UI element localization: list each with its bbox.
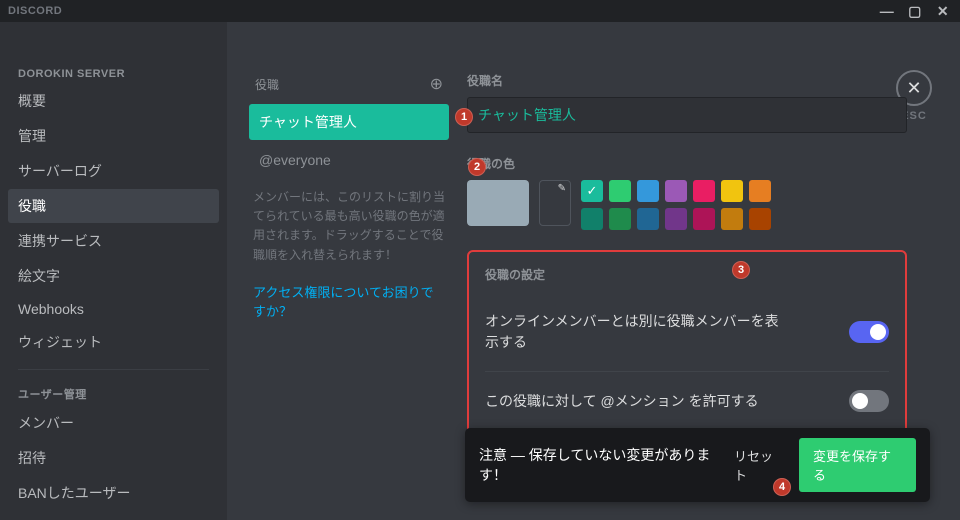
role-color-preview[interactable] xyxy=(467,180,529,226)
add-role-icon[interactable]: ⊕ xyxy=(430,74,443,94)
sidebar-item-emoji[interactable]: 絵文字 xyxy=(8,259,219,293)
content: ✕ ESC 役職 ⊕ チャット管理人 @everyone メンバーには、このリス… xyxy=(227,22,960,520)
sidebar-user-header: ユーザー管理 xyxy=(8,380,219,406)
sidebar-item-bans[interactable]: BANしたユーザー xyxy=(8,476,219,510)
sidebar-item-webhooks[interactable]: Webhooks xyxy=(8,294,219,324)
unsaved-actions: リセット 変更を保存する xyxy=(734,438,916,492)
sidebar-item-moderation[interactable]: 管理 xyxy=(8,119,219,153)
sidebar-item-members[interactable]: メンバー xyxy=(8,406,219,440)
close-window-icon[interactable]: ✕ xyxy=(930,2,956,20)
unsaved-msg: 注意 ― 保存していない変更があります！ xyxy=(479,445,734,485)
annotation-3: 3 xyxy=(732,261,750,279)
color-swatch[interactable] xyxy=(609,208,631,230)
annotation-4: 4 xyxy=(773,478,791,496)
sidebar-divider xyxy=(18,369,209,370)
color-swatch[interactable] xyxy=(637,180,659,202)
color-swatch[interactable] xyxy=(749,180,771,202)
setting-toggle-allow-mention[interactable] xyxy=(849,390,889,412)
role-color-row xyxy=(467,180,907,230)
color-swatch[interactable] xyxy=(721,208,743,230)
annotation-2: 2 xyxy=(468,158,486,176)
role-item-everyone[interactable]: @everyone xyxy=(249,146,449,182)
setting-display-separately: オンラインメンバーとは別に役職メンバーを表示する xyxy=(485,301,889,371)
roles-list-title: 役職 xyxy=(255,76,279,93)
save-button[interactable]: 変更を保存する xyxy=(799,438,916,492)
roles-description: メンバーには、このリストに割り当てられている最も高い役職の色が適用されます。ドラ… xyxy=(249,182,449,279)
annotation-1: 1 xyxy=(455,108,473,126)
setting-label: この役職に対して @メンション を許可する xyxy=(485,391,759,412)
color-swatch[interactable] xyxy=(749,208,771,230)
custom-color-picker[interactable] xyxy=(539,180,571,226)
main: DOROKIN SERVER 概要 管理 サーバーログ 役職 連携サービス 絵文… xyxy=(0,22,960,520)
role-name-input[interactable] xyxy=(467,97,907,133)
setting-label: オンラインメンバーとは別に役職メンバーを表示する xyxy=(485,311,785,353)
role-settings-title: 役職の設定 xyxy=(485,266,889,283)
roles-list-header: 役職 ⊕ xyxy=(249,70,449,104)
color-swatch-grid xyxy=(581,180,827,230)
color-swatch[interactable] xyxy=(693,208,715,230)
unsaved-changes-bar: 注意 ― 保存していない変更があります！ リセット 変更を保存する xyxy=(465,428,930,502)
sidebar-item-invites[interactable]: 招待 xyxy=(8,441,219,475)
setting-allow-mention: この役職に対して @メンション を許可する xyxy=(485,371,889,430)
color-swatch[interactable] xyxy=(693,180,715,202)
titlebar: DISCORD — ▢ ✕ xyxy=(0,0,960,22)
role-item-selected[interactable]: チャット管理人 xyxy=(249,104,449,140)
color-swatch[interactable] xyxy=(637,208,659,230)
sidebar: DOROKIN SERVER 概要 管理 サーバーログ 役職 連携サービス 絵文… xyxy=(0,22,227,520)
sidebar-item-roles[interactable]: 役職 xyxy=(8,189,219,223)
color-swatch[interactable] xyxy=(665,180,687,202)
app-brand: DISCORD xyxy=(8,5,62,17)
color-swatch[interactable] xyxy=(609,180,631,202)
minimize-icon[interactable]: — xyxy=(874,2,900,20)
sidebar-item-widget[interactable]: ウィジェット xyxy=(8,325,219,359)
sidebar-item-integrations[interactable]: 連携サービス xyxy=(8,224,219,258)
color-swatch[interactable] xyxy=(581,180,603,202)
sidebar-item-overview[interactable]: 概要 xyxy=(8,84,219,118)
setting-toggle-display-separately[interactable] xyxy=(849,321,889,343)
window-controls: — ▢ ✕ xyxy=(874,2,956,20)
sidebar-item-audit-log[interactable]: サーバーログ xyxy=(8,154,219,188)
sidebar-server-header: DOROKIN SERVER xyxy=(8,62,219,84)
maximize-icon[interactable]: ▢ xyxy=(902,2,928,20)
role-color-label: 役職の色 xyxy=(467,155,907,172)
roles-list-column: 役職 ⊕ チャット管理人 @everyone メンバーには、このリストに割り当て… xyxy=(249,70,449,520)
roles-help-link[interactable]: アクセス権限についてお困りですか？ xyxy=(249,279,449,326)
color-swatch[interactable] xyxy=(721,180,743,202)
color-swatch[interactable] xyxy=(665,208,687,230)
role-name-label: 役職名 xyxy=(467,72,907,89)
color-swatch[interactable] xyxy=(581,208,603,230)
